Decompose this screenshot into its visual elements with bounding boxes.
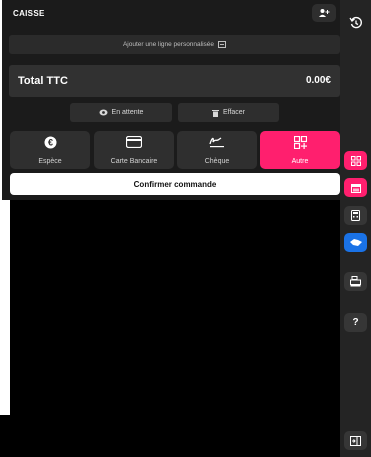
- add-user-button[interactable]: [312, 4, 336, 22]
- eye-icon: [99, 109, 108, 116]
- grid-icon: [350, 155, 361, 166]
- calculator-icon: [351, 210, 360, 221]
- add-custom-line-button[interactable]: Ajouter une ligne personnalisée: [9, 35, 340, 54]
- sidebar-item-help[interactable]: ?: [344, 313, 367, 332]
- custom-line-label: Ajouter une ligne personnalisée: [122, 41, 215, 48]
- total-row: Total TTC 0.00€: [9, 65, 340, 97]
- total-value: 0.00€: [305, 75, 331, 86]
- sidebar-item-cash-register[interactable]: [344, 272, 367, 291]
- svg-text:€: €: [47, 138, 52, 148]
- signature-icon: [209, 137, 224, 148]
- edit-box-icon: [218, 41, 227, 48]
- payment-carte-button[interactable]: Carte Bancaire: [94, 131, 174, 169]
- qr-grid-icon: [293, 136, 307, 149]
- sidebar-item-grid[interactable]: [344, 151, 367, 170]
- euro-coin-icon: €: [44, 136, 56, 149]
- payment-label: Chèque: [204, 158, 230, 165]
- clear-label: Effacer: [222, 109, 246, 116]
- right-sidebar: ?: [340, 0, 371, 457]
- payment-autre-button[interactable]: Autre: [260, 131, 340, 169]
- payment-label: Autre: [291, 158, 309, 165]
- payment-cheque-button[interactable]: Chèque: [177, 131, 257, 169]
- sidebar-item-history[interactable]: [344, 13, 367, 32]
- checkout-panel: CAISSE Ajouter une ligne personnalisée T…: [2, 0, 340, 200]
- cash-register-icon: [350, 276, 361, 287]
- confirm-order-button[interactable]: Confirmer commande: [10, 173, 340, 195]
- sidebar-item-calculator[interactable]: [344, 206, 367, 225]
- payment-label: Carte Bancaire: [110, 158, 158, 165]
- hold-button[interactable]: En attente: [70, 103, 172, 122]
- history-icon: [348, 16, 362, 28]
- payment-label: Espèce: [38, 158, 62, 165]
- top-bar: CAISSE: [2, 0, 340, 30]
- clear-button[interactable]: Effacer: [178, 103, 279, 122]
- credit-card-icon: [126, 136, 142, 148]
- calendar-icon: [350, 183, 361, 193]
- collapse-panel-icon: [350, 435, 361, 446]
- handshake-icon: [349, 239, 362, 246]
- user-plus-icon: [319, 9, 330, 17]
- total-label: Total TTC: [18, 75, 68, 87]
- payment-especes-button[interactable]: € Espèce: [10, 131, 90, 169]
- hold-label: En attente: [111, 109, 144, 116]
- sidebar-item-collapse[interactable]: [344, 431, 367, 450]
- page-title: CAISSE: [13, 9, 45, 18]
- sidebar-item-handshake[interactable]: [344, 233, 367, 252]
- help-icon: ?: [352, 317, 359, 328]
- trash-icon: [211, 109, 219, 117]
- sidebar-item-calendar[interactable]: [344, 178, 367, 197]
